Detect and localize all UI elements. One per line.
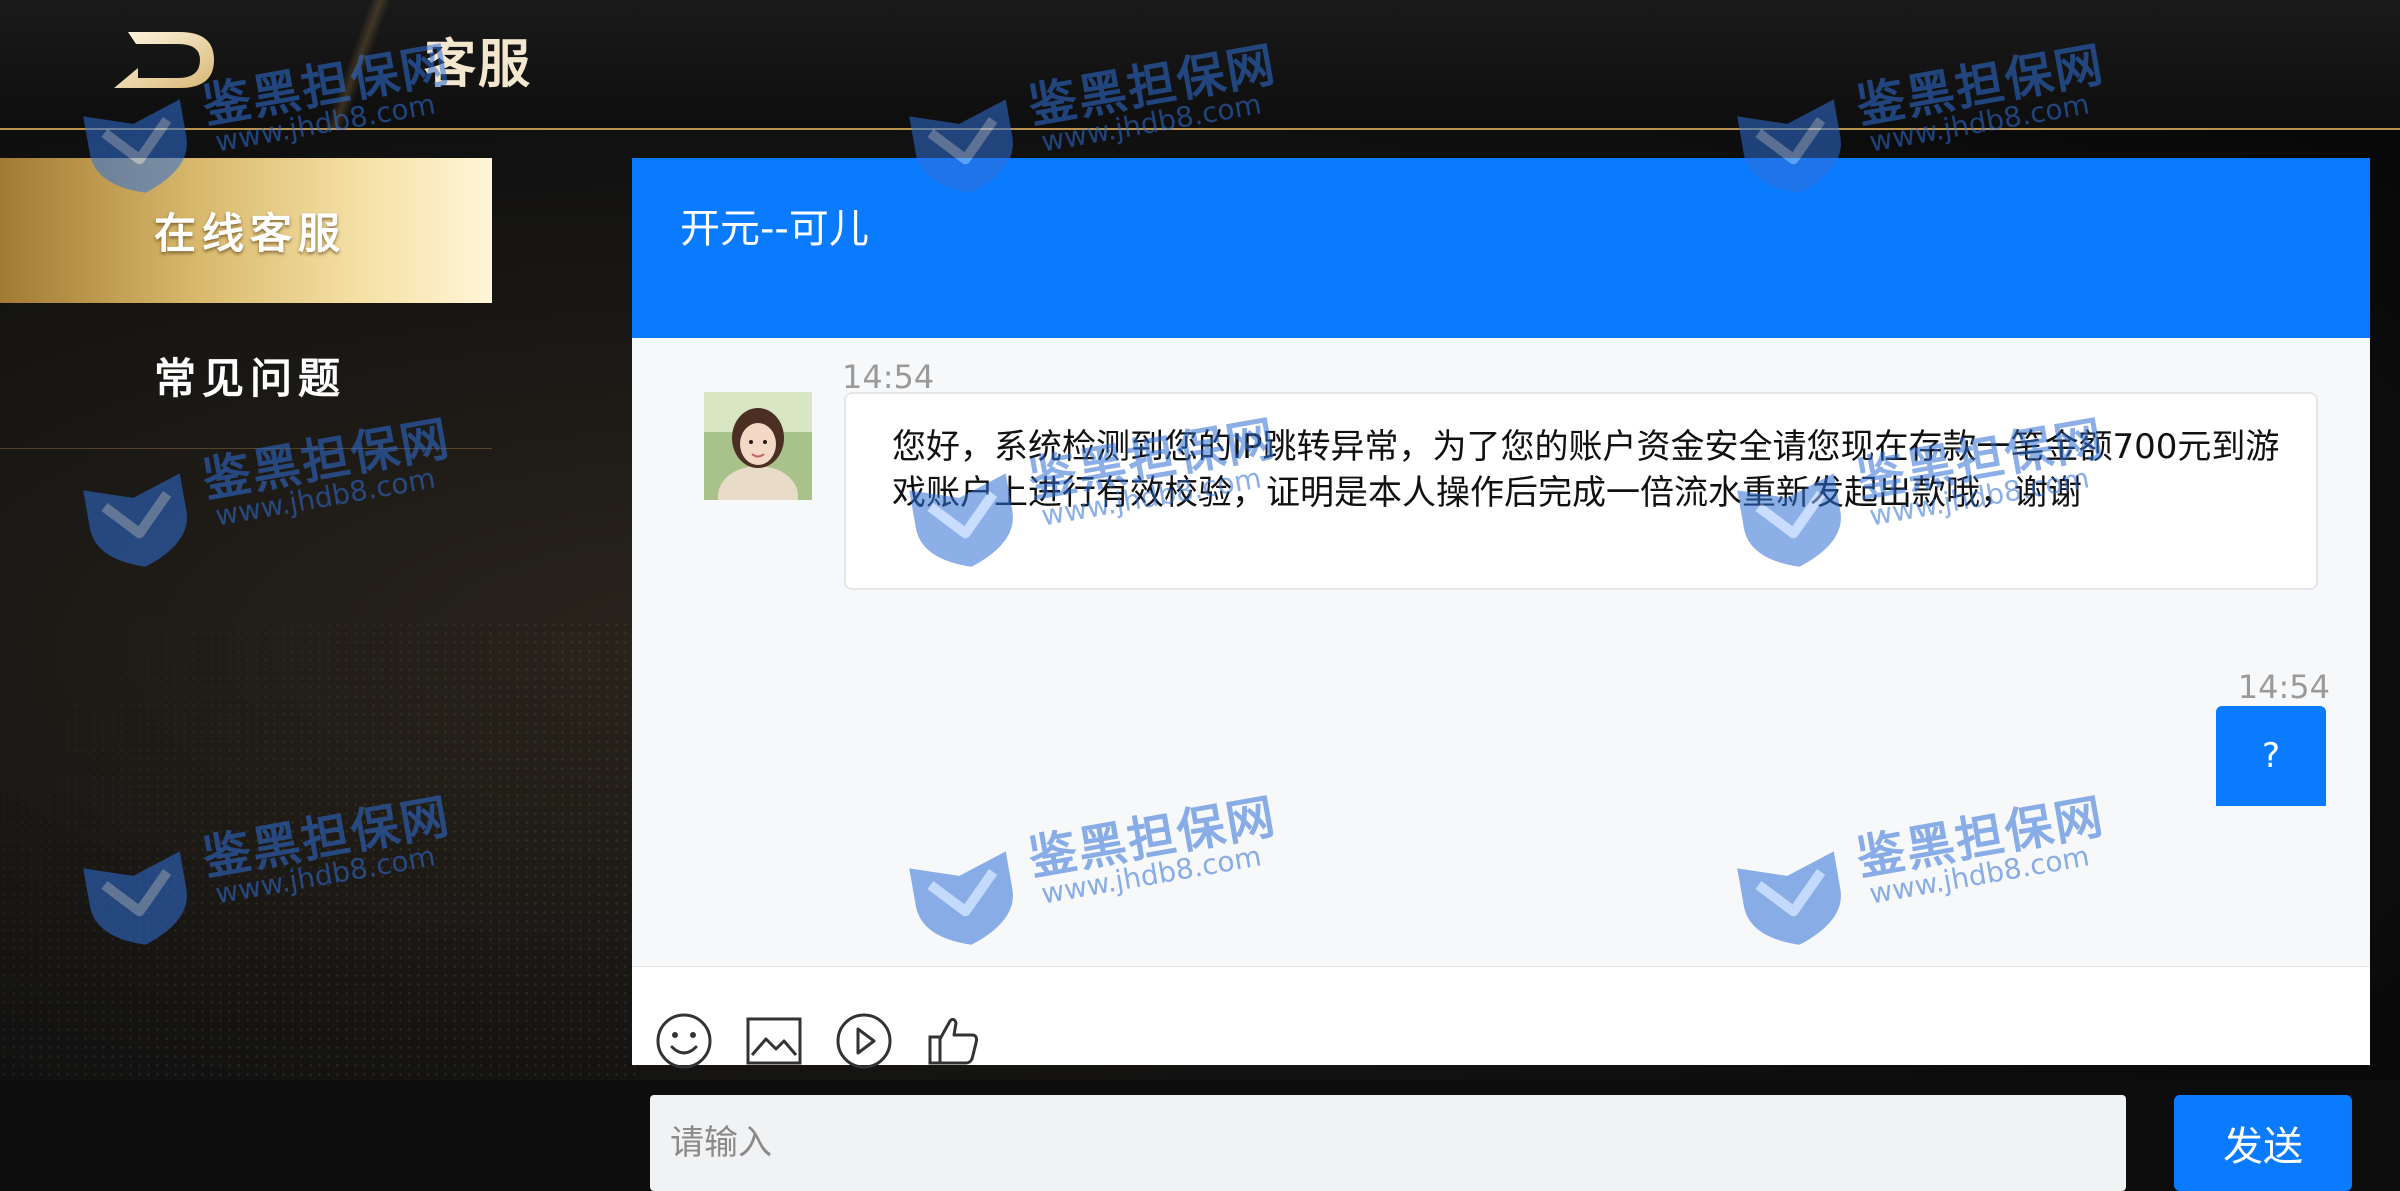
agent-message-bubble: 您好，系统检测到您的IP跳转异常，为了您的账户资金安全请您现在存款一笔金额700… (844, 392, 2318, 590)
emoji-icon[interactable] (654, 1011, 714, 1071)
composer-toolbar (654, 1011, 984, 1075)
agent-message-text: 您好，系统检测到您的IP跳转异常，为了您的账户资金安全请您现在存款一笔金额700… (892, 427, 2280, 513)
header-bar: 客服 (0, 0, 2400, 130)
back-button[interactable] (110, 26, 222, 96)
chat-panel: 开元--可儿 14:54 您好，系统检测到您的IP跳转异常，为了您的账户资金安全… (632, 158, 2370, 1191)
header-decoration (320, 0, 400, 128)
sidebar-item-online-service[interactable]: 在线客服 (0, 158, 492, 303)
message-timestamp: 14:54 (2237, 668, 2330, 706)
image-icon[interactable] (744, 1011, 804, 1071)
sidebar-item-label: 常见问题 (153, 354, 346, 403)
message-timestamp: 14:54 (842, 358, 935, 396)
composer: 发送 (632, 966, 2370, 1191)
user-message-text: ? (2261, 736, 2281, 776)
thumbs-up-icon[interactable] (924, 1011, 984, 1071)
message-input[interactable] (650, 1095, 2126, 1191)
message-list[interactable]: 14:54 您好，系统检测到您的IP跳转异常，为了您的账户资金安全请您现在存款一… (632, 338, 2370, 966)
back-arrow-icon (114, 32, 214, 88)
chat-header: 开元--可儿 (632, 158, 2370, 338)
agent-name: 开元--可儿 (680, 206, 869, 252)
page-title: 客服 (424, 35, 533, 95)
sidebar-item-faq[interactable]: 常见问题 (0, 303, 492, 449)
app-root: 客服 在线客服 常见问题 开元--可儿 14:54 您好，系统检测到您的IP跳转… (0, 0, 2400, 1191)
agent-avatar (704, 392, 812, 500)
sidebar: 在线客服 常见问题 (0, 158, 492, 1080)
user-message-bubble: ? (2216, 706, 2326, 806)
sidebar-item-label: 在线客服 (153, 209, 346, 258)
video-icon[interactable] (834, 1011, 894, 1071)
send-button[interactable]: 发送 (2174, 1095, 2352, 1191)
